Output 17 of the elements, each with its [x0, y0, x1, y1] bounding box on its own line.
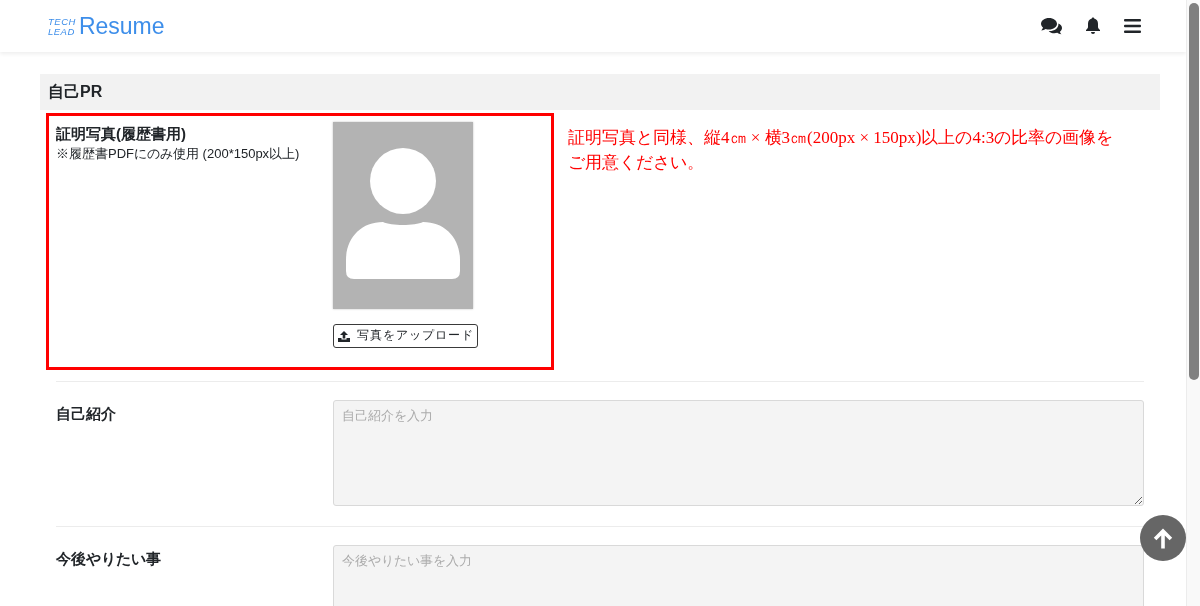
scrollbar-thumb[interactable] [1188, 3, 1199, 380]
back-to-top-button[interactable] [1140, 515, 1186, 561]
field-note: ※履歴書PDFにのみ使用 (200*150px以上) [56, 145, 300, 163]
upload-photo-button[interactable]: 写真をアップロード [333, 324, 478, 348]
arrow-up-icon [1153, 527, 1173, 549]
upload-icon [337, 330, 350, 342]
chat-icon[interactable] [1041, 17, 1062, 35]
field-label: 証明写真(履歴書用) [56, 124, 186, 144]
text-area-field[interactable]: 今後やりたい事を入力 [333, 545, 1144, 606]
menu-icon[interactable] [1124, 19, 1141, 33]
field-label: 今後やりたい事 [56, 550, 161, 567]
person-silhouette-icon [346, 148, 460, 279]
text-area-field[interactable]: 自己紹介を入力 [333, 400, 1144, 506]
field-label: 自己紹介 [56, 405, 116, 422]
bell-icon[interactable] [1085, 17, 1101, 35]
annotation-text: 証明写真と同様、縦4㎝ × 横3㎝(200px × 150px)以上の4:3の比率の画像をご用意ください。 [568, 127, 1115, 174]
section-title: 自己PR [40, 74, 1160, 110]
